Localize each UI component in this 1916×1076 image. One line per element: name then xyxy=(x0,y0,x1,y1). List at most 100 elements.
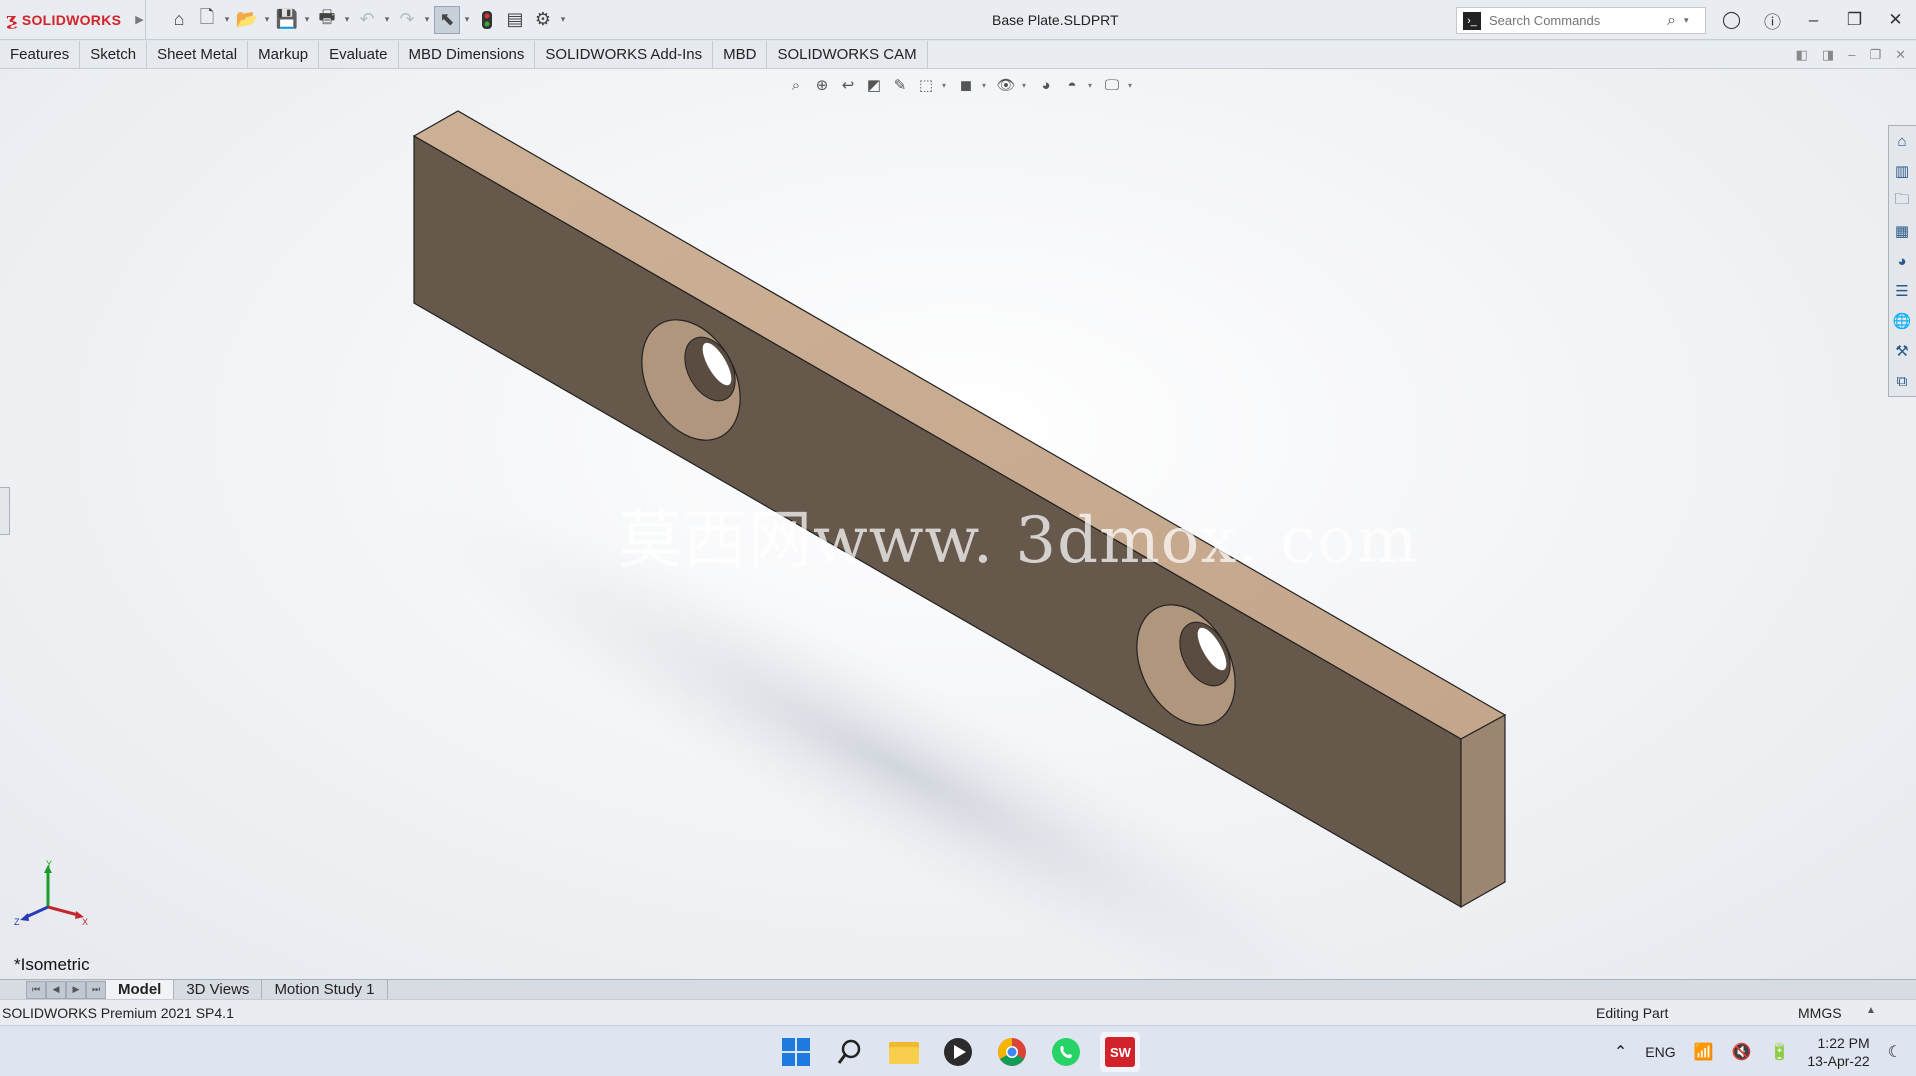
brand-label: SOLIDWORKS xyxy=(21,11,122,28)
magnifier-icon[interactable]: ⌕ xyxy=(1667,12,1676,30)
select-dropdown-icon[interactable]: ▾ xyxy=(462,6,472,34)
help-icon[interactable]: ⓘ xyxy=(1752,0,1793,40)
last-tab-icon[interactable]: ⏭ xyxy=(86,980,106,999)
tab-sheet-metal[interactable]: Sheet Metal xyxy=(147,41,249,68)
options-gear-icon[interactable]: ⚙ xyxy=(530,6,556,34)
tab-motion-study-1[interactable]: Motion Study 1 xyxy=(262,979,388,1000)
rebuild-icon[interactable] xyxy=(474,6,500,34)
print-icon[interactable]: 🖶 xyxy=(314,6,340,34)
version-label: SOLIDWORKS Premium 2021 SP4.1 xyxy=(2,1005,234,1021)
rebuild-traffic-light-icon xyxy=(482,10,492,29)
file-explorer-icon[interactable]: 🗀 xyxy=(1889,186,1915,216)
custom-properties-icon[interactable]: ☰ xyxy=(1889,276,1915,306)
tab-sketch[interactable]: Sketch xyxy=(80,41,148,68)
save-icon[interactable]: 💾 xyxy=(274,6,300,34)
restore-button[interactable]: ❐ xyxy=(1834,0,1875,40)
next-tab-icon[interactable]: ▶ xyxy=(66,980,86,999)
tab-scroll-arrows: ⏮ ◀ ▶ ⏭ xyxy=(26,980,106,999)
view-palette-icon[interactable]: ▦ xyxy=(1889,216,1915,246)
minimize-button[interactable]: – xyxy=(1793,0,1834,40)
new-dropdown-icon[interactable]: ▾ xyxy=(222,6,232,34)
undo-icon[interactable]: ↶ xyxy=(354,6,380,34)
redo-dropdown-icon[interactable]: ▾ xyxy=(422,6,432,34)
quick-access-toolbar: ⌂ 🗋 ▾ 📂 ▾ 💾 ▾ 🖶 ▾ ↶ ▾ ↷ ▾ ⬉ ▾ ▤ ⚙ ▾ xyxy=(166,0,568,40)
tab-3d-views[interactable]: 3D Views xyxy=(174,979,263,1000)
undo-dropdown-icon[interactable]: ▾ xyxy=(382,6,392,34)
tile-right-icon[interactable]: ◨ xyxy=(1822,47,1834,63)
status-bar: SOLIDWORKS Premium 2021 SP4.1 Editing Pa… xyxy=(0,999,1916,1025)
solidworks-logo[interactable]: ƺ SOLIDWORKS ▶ xyxy=(0,0,146,40)
appearances-icon[interactable]: ◕ xyxy=(1889,246,1915,276)
watermark-text: 莫西网www. 3dmox. com xyxy=(618,504,1419,578)
bottom-tabs-bar: ⏮ ◀ ▶ ⏭ Model 3D Views Motion Study 1 xyxy=(0,979,1916,1000)
user-account-icon[interactable]: ◯ xyxy=(1711,0,1752,40)
file-properties-icon[interactable]: ▤ xyxy=(502,6,528,34)
tab-markup[interactable]: Markup xyxy=(248,41,320,68)
wifi-icon[interactable]: 📶 xyxy=(1694,1042,1714,1062)
media-player-icon[interactable] xyxy=(938,1032,978,1072)
view-orientation-label: *Isometric xyxy=(14,955,90,974)
language-indicator[interactable]: ENG xyxy=(1645,1044,1675,1060)
tab-evaluate[interactable]: Evaluate xyxy=(319,41,399,68)
triad-z-label: Z xyxy=(14,917,20,927)
document-window-controls: ◧ ◨ – ❐ ✕ xyxy=(1796,47,1906,63)
home-icon[interactable]: ⌂ xyxy=(166,6,192,34)
file-explorer-icon[interactable] xyxy=(884,1032,924,1072)
tab-solidworks-cam[interactable]: SOLIDWORKS CAM xyxy=(767,41,928,68)
close-button[interactable]: ✕ xyxy=(1875,0,1916,40)
whatsapp-icon[interactable] xyxy=(1046,1032,1086,1072)
notifications-icon[interactable]: ☾ xyxy=(1888,1042,1902,1062)
chrome-icon[interactable] xyxy=(992,1032,1032,1072)
design-library-icon[interactable]: ▥ xyxy=(1889,156,1915,186)
graphics-area[interactable]: ⌕ ⊕ ↩ ◩ ✎ ⬚ ▾ ◼ ▾ 👁 ▾ ◕ ◓ ▾ 🖵 ▾ 莫西网www. … xyxy=(0,69,1916,979)
command-manager-tabs: Features Sketch Sheet Metal Markup Evalu… xyxy=(0,41,1916,69)
print-dropdown-icon[interactable]: ▾ xyxy=(342,6,352,34)
tab-mbd[interactable]: MBD xyxy=(713,41,768,68)
search-icon[interactable] xyxy=(830,1032,870,1072)
units-caret-icon[interactable]: ▲ xyxy=(1866,1005,1876,1016)
select-pointer-icon[interactable]: ⬉ xyxy=(434,5,460,34)
triad-y-label: Y xyxy=(46,859,52,869)
search-input[interactable] xyxy=(1489,13,1659,28)
doc-restore-icon[interactable]: ❐ xyxy=(1869,47,1881,63)
open-icon[interactable]: 📂 xyxy=(234,6,260,34)
end-face[interactable] xyxy=(1460,713,1506,909)
new-document-icon[interactable]: 🗋 xyxy=(194,6,220,34)
solidworks-resources-icon[interactable]: ⌂ xyxy=(1889,126,1915,156)
battery-icon[interactable]: 🔋 xyxy=(1769,1042,1789,1062)
first-tab-icon[interactable]: ⏮ xyxy=(26,980,46,999)
save-dropdown-icon[interactable]: ▾ xyxy=(302,6,312,34)
doc-close-icon[interactable]: ✕ xyxy=(1895,47,1906,63)
tab-solidworks-addins[interactable]: SOLIDWORKS Add-Ins xyxy=(535,41,714,68)
solidworks-taskbar-icon[interactable]: SW xyxy=(1100,1032,1140,1072)
command-search-icon: ›_ xyxy=(1463,11,1481,30)
prev-tab-icon[interactable]: ◀ xyxy=(46,980,66,999)
open-dropdown-icon[interactable]: ▾ xyxy=(262,6,272,34)
show-hidden-icons-icon[interactable]: ⌃ xyxy=(1614,1042,1627,1062)
svg-text:SW: SW xyxy=(1110,1045,1132,1060)
chevron-right-icon[interactable]: ▶ xyxy=(135,13,143,26)
title-bar: ƺ SOLIDWORKS ▶ ⌂ 🗋 ▾ 📂 ▾ 💾 ▾ 🖶 ▾ ↶ ▾ ↷ ▾… xyxy=(0,0,1916,40)
windows-taskbar: SW ⌃ ENG 📶 🔇 🔋 1:22 PM 13-Apr-22 ☾ xyxy=(0,1025,1916,1076)
unit-system-label[interactable]: MMGS xyxy=(1798,1005,1842,1021)
volume-muted-icon[interactable]: 🔇 xyxy=(1732,1042,1752,1062)
solidworks-forum-icon[interactable]: 🌐 xyxy=(1889,306,1915,336)
windows-start-icon[interactable] xyxy=(776,1032,816,1072)
toolbox-icon[interactable]: ⧉ xyxy=(1889,366,1915,396)
window-controls: ◯ ⓘ – ❐ ✕ xyxy=(1711,0,1916,40)
tile-left-icon[interactable]: ◧ xyxy=(1796,47,1808,63)
options-dropdown-icon[interactable]: ▾ xyxy=(558,6,568,34)
editing-mode-label: Editing Part xyxy=(1596,1005,1669,1021)
clock-date: 13-Apr-22 xyxy=(1807,1052,1870,1069)
cam-icon[interactable]: ⚒ xyxy=(1889,336,1915,366)
doc-minimize-icon[interactable]: – xyxy=(1848,47,1855,63)
clock[interactable]: 1:22 PM 13-Apr-22 xyxy=(1807,1034,1869,1070)
tab-model[interactable]: Model xyxy=(106,979,175,1000)
search-dropdown-icon[interactable]: ▾ xyxy=(1684,15,1689,26)
tab-mbd-dimensions[interactable]: MBD Dimensions xyxy=(398,41,536,68)
redo-icon[interactable]: ↷ xyxy=(394,6,420,34)
search-commands[interactable]: ›_ ⌕ ▾ xyxy=(1456,7,1706,34)
tab-features[interactable]: Features xyxy=(0,41,81,68)
feature-manager-collapse-handle[interactable] xyxy=(0,487,10,535)
ds-logo-icon: ƺ xyxy=(6,9,18,30)
